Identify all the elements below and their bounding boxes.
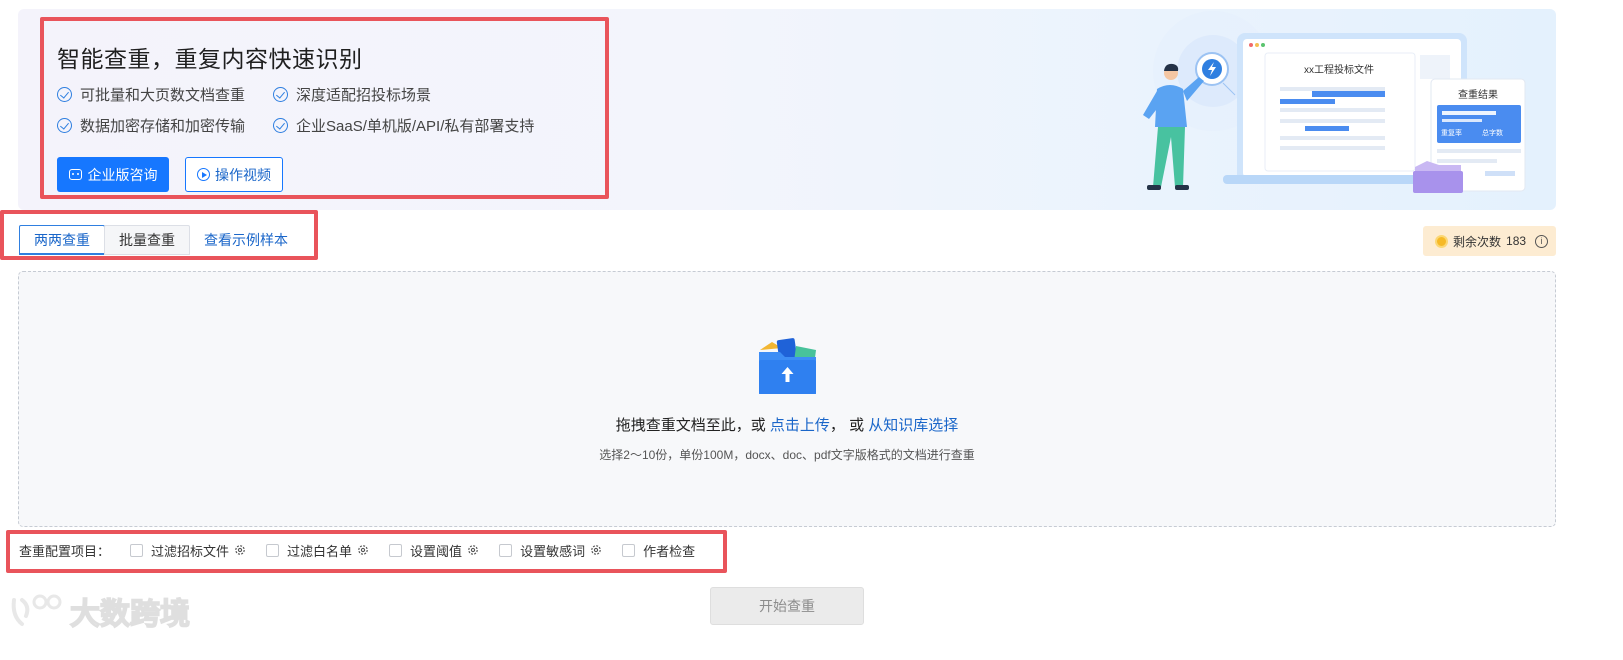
illustration-result-label-1: 重复率 [1441,128,1462,137]
gear-icon[interactable] [590,544,602,556]
gear-icon[interactable] [467,544,479,556]
tab-batch-check[interactable]: 批量查重 [104,225,190,255]
check-circle-icon [273,118,288,133]
remaining-count-badge: 剩余次数 183 i [1423,226,1556,256]
feature-encryption: 数据加密存储和加密传输 [57,115,245,136]
tutorial-video-button[interactable]: 操作视频 [185,157,283,192]
config-author-check[interactable]: 作者检查 [622,541,695,560]
config-filter-tender-files[interactable]: 过滤招标文件 [130,541,246,560]
check-circle-icon [273,87,288,102]
hero-illustration: xx工程投标文件 查重结果 重复率 总字数 [1125,9,1545,210]
remaining-label: 剩余次数 [1453,234,1502,249]
check-config-row: 查重配置项目： 过滤招标文件 过滤白名单 设置阈值 设置敏感词 作者检查 [19,540,715,560]
checkbox[interactable] [622,543,636,557]
illustration-result-title: 查重结果 [1458,88,1498,101]
config-filter-whitelist[interactable]: 过滤白名单 [266,541,369,560]
start-check-button[interactable]: 开始查重 [710,587,864,625]
upload-dropzone[interactable] [18,271,1556,527]
illustration-doc-title: xx工程投标文件 [1304,63,1374,76]
watermark-logo: 大数跨境 [8,586,208,634]
watermark-text: 大数跨境 [70,597,190,632]
config-label: 查重配置项目： [19,543,111,559]
checkbox[interactable] [499,543,513,557]
feature-deployment-options: 企业SaaS/单机版/API/私有部署支持 [273,115,534,136]
config-set-sensitive-words[interactable]: 设置敏感词 [499,541,602,560]
config-set-threshold[interactable]: 设置阈值 [389,541,479,560]
feature-batch-large-docs: 可批量和大页数文档查重 [57,84,245,105]
info-icon[interactable]: i [1535,234,1549,248]
play-circle-icon [197,168,210,181]
check-circle-icon [57,87,72,102]
illustration-result-label-2: 总字数 [1482,128,1503,137]
view-sample-link[interactable]: 查看示例样本 [190,225,302,255]
chat-icon [68,169,82,180]
upload-folder-icon[interactable] [758,336,818,396]
check-circle-icon [57,118,72,133]
hero-title: 智能查重，重复内容快速识别 [57,46,363,72]
select-from-library-link[interactable]: 从知识库选择 [868,417,958,434]
remaining-count: 183 [1506,234,1527,248]
upload-hint: 选择2～10份，单份100M，docx、doc、pdf文字版格式的文档进行查重 [599,448,975,462]
checkbox[interactable] [389,543,403,557]
tab-pairwise-check[interactable]: 两两查重 [19,225,105,255]
gear-icon[interactable] [234,544,246,556]
coin-icon [1435,234,1448,248]
checkbox[interactable] [266,543,280,557]
click-upload-link[interactable]: 点击上传 [770,417,830,434]
checkbox[interactable] [130,543,144,557]
gear-icon[interactable] [357,544,369,556]
upload-prompt: 拖拽查重文档至此，或 点击上传， 或 从知识库选择 [615,417,959,434]
feature-bidding-scenario: 深度适配招投标场景 [273,84,431,105]
enterprise-consult-button[interactable]: 企业版咨询 [57,157,169,192]
